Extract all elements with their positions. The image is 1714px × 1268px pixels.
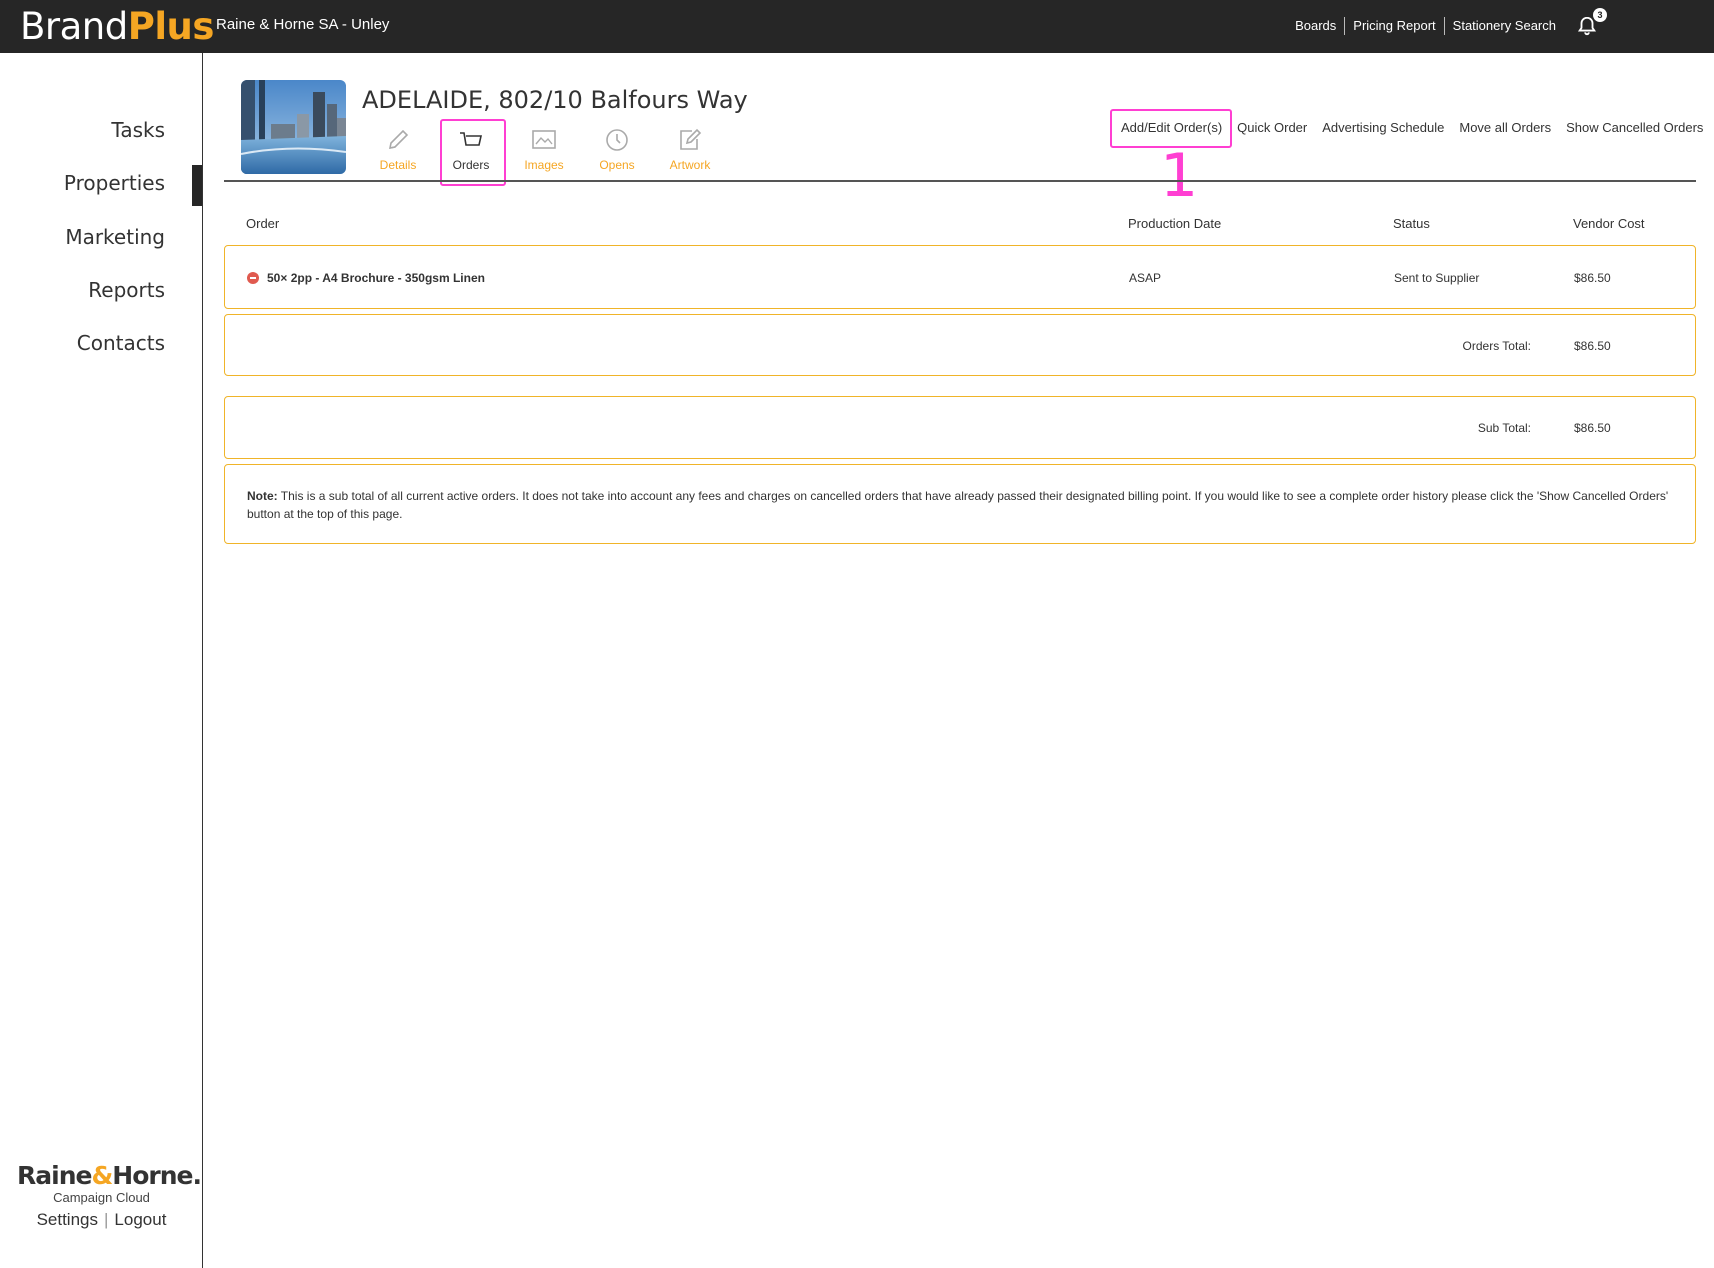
note-body: This is a sub total of all current activ… [247,489,1669,521]
clock-icon [606,129,628,151]
tab-images[interactable]: Images [512,126,576,172]
pencil-icon [388,129,409,150]
logout-link[interactable]: Logout [114,1210,166,1229]
logo-raine: Raine [17,1161,92,1190]
tab-opens-label: Opens [599,158,635,172]
pricing-report-link[interactable]: Pricing Report [1344,17,1443,35]
order-status: Sent to Supplier [1394,271,1480,285]
image-icon [532,130,556,149]
stationery-search-link[interactable]: Stationery Search [1443,17,1564,35]
note-box: Note: This is a sub total of all current… [224,464,1696,544]
advertising-schedule-button[interactable]: Advertising Schedule [1322,120,1444,135]
tab-opens[interactable]: Opens [585,126,649,172]
order-name: 50× 2pp - A4 Brochure - 350gsm Linen [267,271,485,285]
property-thumbnail[interactable] [241,80,346,174]
sub-total-box: Sub Total: $86.50 [224,396,1696,459]
logo-horne: Horne. [112,1161,202,1190]
orders-total-box: Orders Total: $86.50 [224,314,1696,376]
account-links: Settings | Logout [0,1210,203,1230]
sub-total-label: Sub Total: [1477,421,1531,435]
sidebar-item-marketing[interactable]: Marketing [65,225,165,249]
annotation-number: 1 [1160,141,1199,211]
logo-brand-text: Brand [20,5,128,48]
header-divider [224,180,1696,182]
order-vendor-cost: $86.50 [1574,271,1611,285]
column-header-order: Order [246,216,280,231]
sidebar-item-contacts[interactable]: Contacts [77,331,165,355]
sidebar: Tasks Properties Marketing Reports Conta… [0,53,203,1268]
note-label: Note: [247,489,278,503]
top-bar: BrandPlus Raine & Horne SA - Unley Board… [0,0,1714,53]
column-header-vendor-cost: Vendor Cost [1573,216,1645,231]
raine-horne-logo: Raine&Horne. [17,1161,202,1190]
link-separator: | [104,1210,109,1229]
show-cancelled-orders-button[interactable]: Show Cancelled Orders [1566,120,1703,135]
tab-artwork-label: Artwork [669,158,711,172]
property-photo-icon [241,80,346,174]
tab-details[interactable]: Details [366,126,430,172]
agency-name: Raine & Horne SA - Unley [216,16,390,33]
tab-images-label: Images [524,158,564,172]
brandplus-logo[interactable]: BrandPlus [20,5,214,49]
notification-badge: 3 [1593,8,1607,22]
logo-ampersand: & [91,1161,113,1190]
quick-order-button[interactable]: Quick Order [1237,120,1307,135]
sub-total-value: $86.50 [1574,421,1611,435]
tab-artwork[interactable]: Artwork [658,126,722,172]
sidebar-item-properties[interactable]: Properties [64,171,165,195]
table-row[interactable]: 50× 2pp - A4 Brochure - 350gsm Linen ASA… [224,245,1696,309]
campaign-cloud-label: Campaign Cloud [53,1190,150,1205]
orders-total-label: Orders Total: [1462,339,1531,353]
sidebar-item-reports[interactable]: Reports [88,278,165,302]
note-text: Note: This is a sub total of all current… [247,487,1677,523]
tab-details-label: Details [379,158,417,172]
cancel-order-icon[interactable] [247,272,259,284]
sidebar-item-tasks[interactable]: Tasks [111,118,165,142]
settings-link[interactable]: Settings [37,1210,98,1229]
move-all-orders-button[interactable]: Move all Orders [1459,120,1551,135]
edit-square-icon [680,128,702,150]
logo-plus-text: Plus [127,5,215,48]
orders-total-value: $86.50 [1574,339,1611,353]
column-header-status: Status [1393,216,1430,231]
property-title: ADELAIDE, 802/10 Balfours Way [362,86,748,114]
orders-tab-highlight [440,119,506,186]
active-nav-indicator [192,165,202,206]
top-nav-links: Boards Pricing Report Stationery Search [1287,17,1564,35]
boards-link[interactable]: Boards [1287,17,1344,35]
order-production-date: ASAP [1129,271,1162,285]
column-header-production-date: Production Date [1128,216,1222,231]
